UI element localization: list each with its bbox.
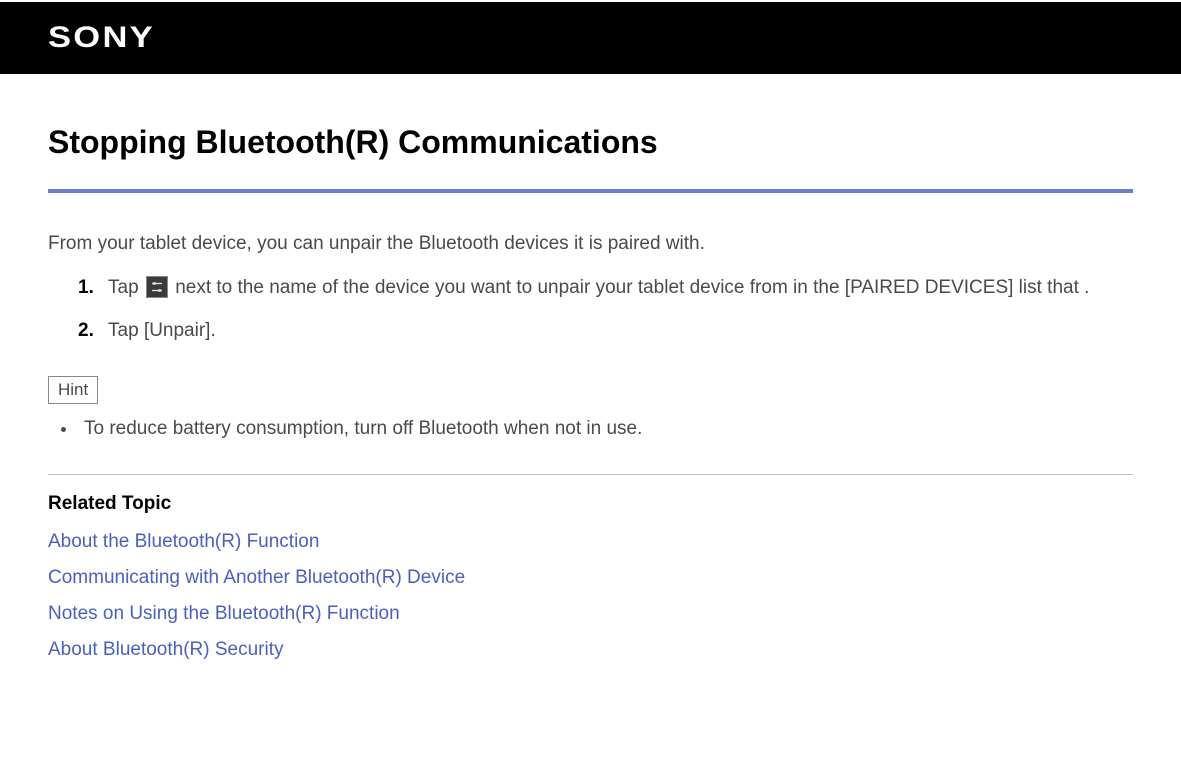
hint-item: To reduce battery consumption, turn off … <box>78 418 1133 440</box>
related-link-communicating[interactable]: Communicating with Another Bluetooth(R) … <box>48 567 1133 589</box>
header-bar: SONY <box>0 2 1181 74</box>
step-text-before: Tap <box>108 277 144 298</box>
main-content: Stopping Bluetooth(R) Communications Fro… <box>0 74 1181 705</box>
related-links: About the Bluetooth(R) Function Communic… <box>48 531 1133 661</box>
related-link-security[interactable]: About Bluetooth(R) Security <box>48 639 1133 661</box>
sony-logo: SONY <box>48 21 155 55</box>
page-title: Stopping Bluetooth(R) Communications <box>48 124 1133 161</box>
step-item: Tap [Unpair]. <box>78 316 1133 345</box>
settings-sliders-icon <box>146 276 168 298</box>
intro-text: From your tablet device, you can unpair … <box>48 233 1133 255</box>
hint-label: Hint <box>48 376 98 404</box>
section-divider <box>48 474 1133 475</box>
step-text: Tap [Unpair]. <box>108 320 216 341</box>
related-link-about-bluetooth[interactable]: About the Bluetooth(R) Function <box>48 531 1133 553</box>
related-link-notes[interactable]: Notes on Using the Bluetooth(R) Function <box>48 603 1133 625</box>
step-text-after: next to the name of the device you want … <box>170 277 1090 298</box>
hint-list: To reduce battery consumption, turn off … <box>78 418 1133 440</box>
steps-list: Tap next to the name of the device you w… <box>78 273 1133 346</box>
title-divider <box>48 189 1133 193</box>
step-item: Tap next to the name of the device you w… <box>78 273 1133 302</box>
related-topic-heading: Related Topic <box>48 493 1133 515</box>
